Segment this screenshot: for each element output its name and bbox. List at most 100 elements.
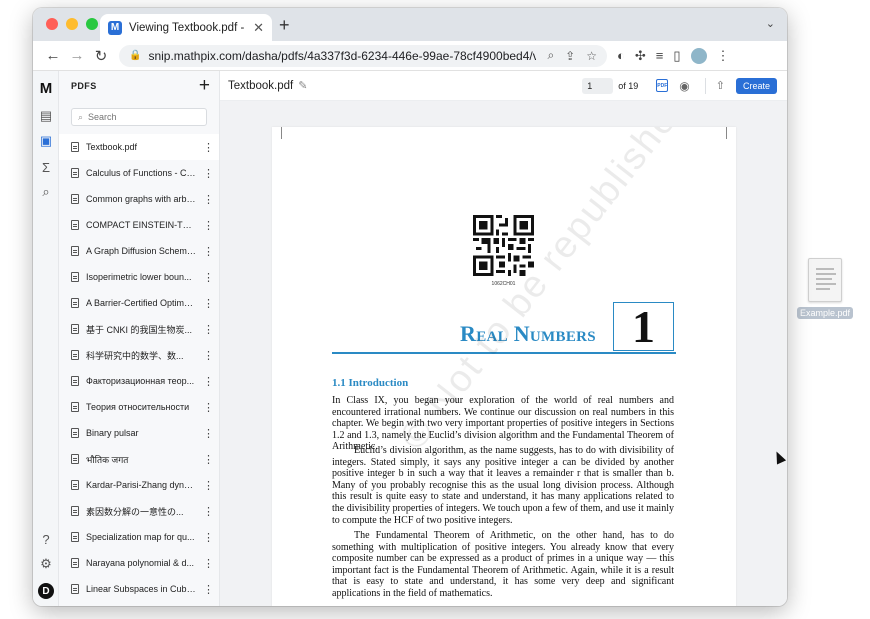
sidebar-header: PDFS +: [59, 71, 219, 101]
pdf-list-item[interactable]: Теория относительности ⋮: [59, 394, 219, 420]
more-options-icon[interactable]: ⋮: [203, 531, 214, 544]
user-avatar[interactable]: D: [38, 583, 54, 599]
tab-search-chevron-icon[interactable]: ⌄: [766, 17, 775, 30]
pdf-list-item[interactable]: 科学研究中的数学、数... ⋮: [59, 342, 219, 368]
more-options-icon[interactable]: ⋮: [203, 297, 214, 310]
notes-document-icon[interactable]: ▤: [38, 108, 54, 124]
minimize-window-button[interactable]: [66, 18, 78, 30]
pdf-list-item[interactable]: A Barrier-Certified Optima... ⋮: [59, 290, 219, 316]
file-document-icon: [71, 142, 79, 152]
bookmark-star-icon[interactable]: ☆: [586, 49, 597, 63]
more-options-icon[interactable]: ⋮: [203, 505, 214, 518]
file-document-icon: [71, 532, 79, 542]
pdf-list-item[interactable]: भौतिक जगत ⋮: [59, 446, 219, 472]
more-options-icon[interactable]: ⋮: [203, 219, 214, 232]
add-pdf-button[interactable]: +: [199, 75, 210, 97]
document-title: Textbook.pdf: [228, 79, 294, 92]
profile-avatar[interactable]: [690, 47, 707, 64]
side-panel-icon[interactable]: ▯: [673, 48, 680, 64]
pdf-list-item[interactable]: Balanced Superelliptic Ha...⋮: [59, 602, 219, 606]
pdf-list-item[interactable]: Binary pulsar ⋮: [59, 420, 219, 446]
desktop-file-example-pdf[interactable]: Example.pdf: [796, 258, 854, 319]
export-upload-icon[interactable]: ⇧: [716, 79, 725, 92]
more-options-icon[interactable]: ⋮: [203, 323, 214, 336]
pdf-list-item[interactable]: Textbook.pdf ⋮: [59, 134, 219, 160]
browser-tab[interactable]: M Viewing Textbook.pdf - Snip N ✕: [100, 14, 272, 41]
pdf-list-item[interactable]: Факторизационная теор... ⋮: [59, 368, 219, 394]
tab-close-icon[interactable]: ✕: [253, 20, 264, 36]
pdf-list-item[interactable]: Calculus of Functions - Ch... ⋮: [59, 160, 219, 186]
page-number-input[interactable]: [582, 77, 614, 94]
more-options-icon[interactable]: ⋮: [203, 479, 214, 492]
file-document-icon: [71, 272, 79, 282]
search-input[interactable]: [88, 112, 199, 122]
search-box[interactable]: ⌕: [71, 108, 207, 126]
reload-icon[interactable]: ↻: [89, 47, 113, 65]
more-options-icon[interactable]: ⋮: [203, 349, 214, 362]
forward-arrow-icon[interactable]: →: [65, 47, 89, 64]
more-options-icon[interactable]: ⋮: [203, 453, 214, 466]
pdf-list-item-name: 科学研究中的数学、数...: [86, 350, 184, 361]
pdf-file-icon: [808, 258, 842, 302]
desktop-file-name: Example.pdf: [796, 307, 854, 319]
gear-icon[interactable]: ⚙: [38, 556, 54, 572]
pdf-list-item-name: Isoperimetric lower boun...: [86, 272, 192, 282]
pdf-view-icon[interactable]: PDF: [656, 79, 669, 92]
url-text: snip.mathpix.com/dasha/pdfs/4a337f3d-623…: [148, 48, 537, 63]
paragraph: Euclid’s division algorithm, as the name…: [332, 445, 674, 526]
pdf-list-item[interactable]: Common graphs with arbi... ⋮: [59, 186, 219, 212]
more-options-icon[interactable]: ⋮: [203, 271, 214, 284]
close-window-button[interactable]: [46, 18, 58, 30]
edit-pencil-icon[interactable]: ✎: [298, 79, 307, 92]
pdf-list-item-name: Textbook.pdf: [86, 142, 138, 152]
share-icon[interactable]: ⇪: [565, 49, 575, 63]
mouse-cursor-icon: [771, 449, 787, 465]
create-button[interactable]: Create: [735, 77, 777, 94]
back-arrow-icon[interactable]: ←: [41, 47, 65, 64]
extension-icon[interactable]: ◐: [617, 48, 625, 63]
pdf-list-item-name: Binary pulsar: [86, 428, 139, 438]
more-options-icon[interactable]: ⋮: [203, 193, 214, 206]
browser-menu-icon[interactable]: ⋮: [717, 48, 730, 64]
puzzle-extensions-icon[interactable]: ✣: [635, 48, 646, 64]
mathpix-logo-icon[interactable]: M: [38, 80, 54, 97]
document-header: Textbook.pdf ✎ of 19 PDF ◉ ⇧ Create: [220, 71, 787, 101]
sidebar-title: PDFS: [71, 81, 97, 91]
new-tab-button[interactable]: +: [279, 15, 290, 36]
more-options-icon[interactable]: ⋮: [203, 583, 214, 596]
address-bar[interactable]: 🔒 snip.mathpix.com/dasha/pdfs/4a337f3d-6…: [119, 44, 607, 67]
pdf-list-item-name: COMPACT EINSTEIN-TYPE ...: [86, 220, 196, 230]
file-document-icon: [71, 194, 79, 204]
zoom-search-icon[interactable]: ⌕: [547, 48, 554, 63]
pdf-nav-icon[interactable]: ▣: [38, 133, 54, 149]
pdf-list-item[interactable]: Specialization map for qu... ⋮: [59, 524, 219, 550]
crop-mark: [272, 127, 282, 139]
help-icon[interactable]: ?: [38, 531, 54, 547]
pdf-list-item[interactable]: Narayana polynomial & d... ⋮: [59, 550, 219, 576]
more-options-icon[interactable]: ⋮: [203, 375, 214, 388]
file-document-icon: [71, 428, 79, 438]
file-document-icon: [71, 506, 79, 516]
pdf-list-item[interactable]: 素因数分解の一意性の... ⋮: [59, 498, 219, 524]
pdf-list-item[interactable]: COMPACT EINSTEIN-TYPE ... ⋮: [59, 212, 219, 238]
pdf-list-item[interactable]: A Graph Diffusion Scheme... ⋮: [59, 238, 219, 264]
more-options-icon[interactable]: ⋮: [203, 141, 214, 154]
pdf-list-item-name: Narayana polynomial & d...: [86, 558, 195, 568]
zoom-window-button[interactable]: [86, 18, 98, 30]
file-document-icon: [71, 246, 79, 256]
more-options-icon[interactable]: ⋮: [203, 401, 214, 414]
search-document-icon[interactable]: ⌕: [38, 184, 54, 200]
pdf-list-item[interactable]: 基于 CNKI 的我国生物炭... ⋮: [59, 316, 219, 342]
file-document-icon: [71, 350, 79, 360]
more-options-icon[interactable]: ⋮: [203, 245, 214, 258]
more-options-icon[interactable]: ⋮: [203, 167, 214, 180]
pdf-list-item[interactable]: Linear Subspaces in Cubic... ⋮: [59, 576, 219, 602]
pdf-list-item[interactable]: Kardar-Parisi-Zhang dyna... ⋮: [59, 472, 219, 498]
sigma-formula-icon[interactable]: Σ: [38, 159, 54, 175]
pdf-list-item[interactable]: Isoperimetric lower boun... ⋮: [59, 264, 219, 290]
pdf-list-item-name: Kardar-Parisi-Zhang dyna...: [86, 480, 196, 490]
more-options-icon[interactable]: ⋮: [203, 557, 214, 570]
eye-preview-icon[interactable]: ◉: [679, 79, 689, 93]
reading-list-icon[interactable]: ≡: [656, 48, 664, 63]
more-options-icon[interactable]: ⋮: [203, 427, 214, 440]
